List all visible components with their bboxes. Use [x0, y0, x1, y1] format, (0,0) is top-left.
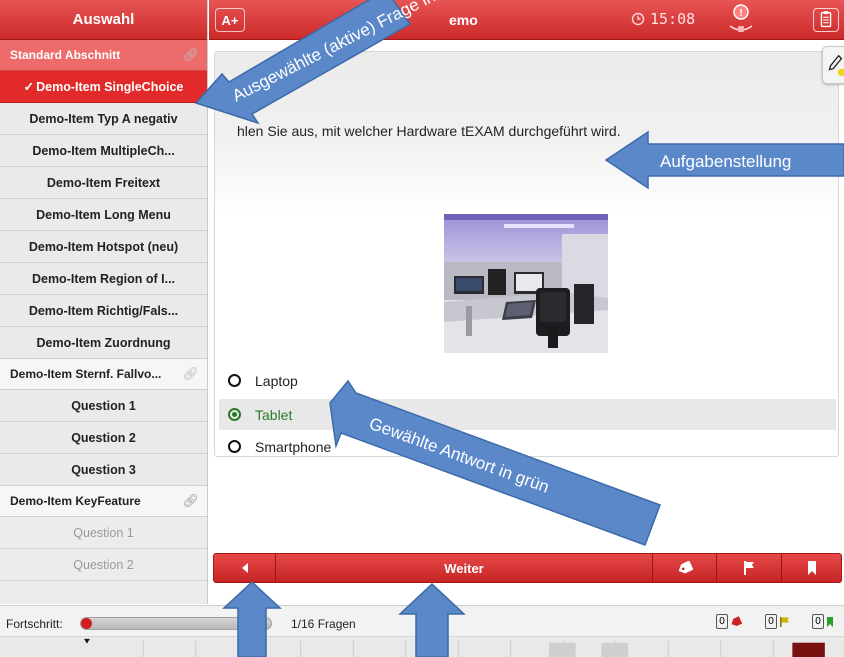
sidebar-section-label: Standard Abschnitt: [10, 48, 121, 62]
exam-header-bar: A+ emo 15:08 !: [209, 0, 844, 40]
bookmarked-count: 0: [812, 614, 824, 629]
sidebar-item-keyfeature-question-1[interactable]: Question 1: [0, 517, 207, 549]
sidebar-item-label: Question 2: [71, 430, 136, 445]
sidebar-item-label: Demo-Item Hotspot (neu): [28, 239, 179, 254]
sidebar-item-freitext[interactable]: Demo-Item Freitext: [0, 167, 207, 199]
sidebar-item-label: Demo-Item MultipleCh...: [32, 143, 175, 158]
sidebar-item-label: Demo-Item SingleChoice: [36, 79, 184, 94]
sidebar-section-keyfeature[interactable]: Demo-Item KeyFeature 🔗︎: [0, 486, 207, 517]
bookmark-question-button[interactable]: [782, 554, 842, 582]
sidebar-section-label: Demo-Item KeyFeature: [10, 494, 141, 508]
sidebar-item-label: Question 1: [71, 398, 136, 413]
progress-fill: [81, 618, 92, 629]
sidebar-item-label: Demo-Item Typ A negativ: [29, 111, 178, 126]
sidebar-item-zuordnung[interactable]: Demo-Item Zuordnung: [0, 327, 207, 359]
tag-question-button[interactable]: [653, 554, 717, 582]
battery-warning-icon[interactable]: !: [724, 2, 758, 38]
progress-label: Fortschritt:: [6, 617, 63, 631]
answer-option-laptop[interactable]: Laptop: [219, 365, 836, 396]
sidebar-item-region-of-interest[interactable]: Demo-Item Region of I...: [0, 263, 207, 295]
question-stem: hlen Sie aus, mit welcher Hardware tEXAM…: [215, 52, 838, 212]
link-icon: 🔗︎: [182, 47, 199, 62]
question-navigation-bar: Weiter: [213, 553, 842, 583]
next-question-button[interactable]: Weiter: [276, 554, 653, 582]
link-icon: 🔗︎: [182, 493, 199, 508]
bookmark-icon: [827, 616, 833, 627]
check-icon: ✓: [23, 80, 35, 94]
annotation-pen-icon[interactable]: [822, 46, 844, 84]
sidebar-item-multiplechoice[interactable]: Demo-Item MultipleCh...: [0, 135, 207, 167]
flagged-count: 0: [765, 614, 777, 629]
bookmarked-counter[interactable]: 0: [812, 614, 834, 629]
sidebar-item-label: Demo-Item Long Menu: [36, 207, 171, 222]
clipboard-icon[interactable]: [813, 8, 839, 32]
sidebar-item-question-3[interactable]: Question 3: [0, 454, 207, 486]
exam-title: emo: [449, 12, 478, 28]
sidebar-item-hotspot[interactable]: Demo-Item Hotspot (neu): [0, 231, 207, 263]
sidebar-section-label: Demo-Item Sternf. Fallvo...: [10, 367, 162, 381]
sidebar-item-typ-a-negativ[interactable]: Demo-Item Typ A negativ: [0, 103, 207, 135]
progress-track: [80, 617, 272, 630]
question-card: hlen Sie aus, mit welcher Hardware tEXAM…: [214, 51, 839, 457]
question-sidebar: Auswahl Standard Abschnitt 🔗︎ ✓ Demo-Ite…: [0, 0, 208, 604]
tagged-count: 0: [716, 614, 728, 629]
question-text: hlen Sie aus, mit welcher Hardware tEXAM…: [237, 123, 621, 139]
radio-button-selected[interactable]: [228, 408, 241, 421]
tag-icon: [731, 615, 742, 626]
svg-text:!: !: [739, 8, 742, 19]
sidebar-item-question-2[interactable]: Question 2: [0, 422, 207, 454]
sidebar-item-singlechoice[interactable]: ✓ Demo-Item SingleChoice: [0, 71, 207, 103]
tag-icon: [678, 561, 693, 574]
sidebar-section-standard[interactable]: Standard Abschnitt 🔗︎: [0, 40, 207, 71]
answer-option-smartphone[interactable]: Smartphone: [219, 431, 836, 456]
sidebar-title: Auswahl: [0, 0, 207, 40]
flag-icon: [744, 561, 754, 575]
sidebar-item-label: Demo-Item Zuordnung: [36, 335, 171, 350]
sidebar-item-label: Demo-Item Freitext: [46, 175, 161, 190]
answer-option-tablet[interactable]: Tablet: [219, 399, 836, 430]
flagged-counter[interactable]: 0: [765, 614, 791, 629]
clock-icon: [631, 12, 645, 26]
arrow-left-icon: [241, 563, 248, 573]
sidebar-item-label: Question 2: [73, 557, 134, 572]
flag-icon: [780, 616, 789, 627]
sidebar-item-long-menu[interactable]: Demo-Item Long Menu: [0, 199, 207, 231]
sidebar-section-sternf-fallvorlage[interactable]: Demo-Item Sternf. Fallvo... 🔗︎: [0, 359, 207, 390]
progress-count: 1/16 Fragen: [291, 617, 356, 631]
sidebar-item-label: Question 3: [71, 462, 136, 477]
sidebar-item-question-1[interactable]: Question 1: [0, 390, 207, 422]
sidebar-item-label: Demo-Item Richtig/Fals...: [28, 303, 179, 318]
tagged-counter[interactable]: 0: [716, 614, 742, 629]
flag-question-button[interactable]: [717, 554, 782, 582]
link-icon: 🔗︎: [182, 366, 199, 381]
progress-bar-panel: Fortschritt: 1/16 Fragen 0 0 0: [0, 605, 844, 657]
radio-button[interactable]: [228, 374, 241, 387]
answer-label: Smartphone: [255, 438, 332, 455]
font-size-button[interactable]: A+: [215, 8, 245, 32]
bookmark-icon: [808, 561, 816, 575]
answer-label: Tablet: [255, 406, 293, 423]
answer-label: Laptop: [255, 372, 298, 389]
sidebar-item-richtig-falsch[interactable]: Demo-Item Richtig/Fals...: [0, 295, 207, 327]
question-image: [444, 214, 608, 353]
question-timeline: [0, 636, 844, 657]
previous-question-button[interactable]: [214, 554, 276, 582]
sidebar-item-label: Question 1: [73, 525, 134, 540]
radio-button[interactable]: [228, 440, 241, 453]
sidebar-item-keyfeature-question-2[interactable]: Question 2: [0, 549, 207, 581]
exam-timer: 15:08: [650, 10, 696, 28]
sidebar-item-label: Demo-Item Region of I...: [31, 271, 176, 286]
question-area: hlen Sie aus, mit welcher Hardware tEXAM…: [209, 41, 844, 552]
